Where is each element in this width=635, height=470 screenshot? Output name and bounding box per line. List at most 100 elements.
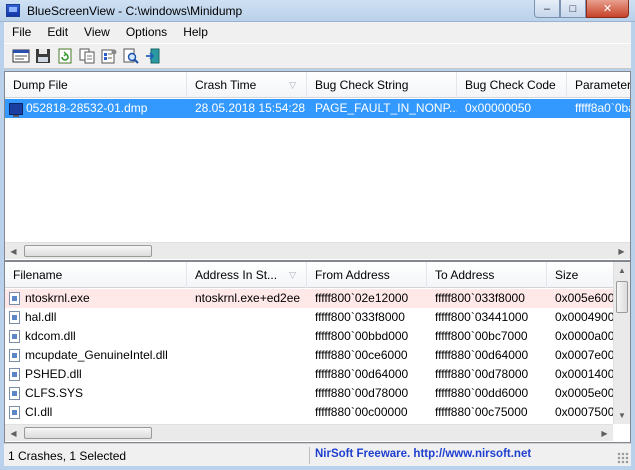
from-address-cell: fffff880`00ce6000 (315, 348, 408, 362)
table-row[interactable]: hal.dll fffff800`033f8000 fffff800`03441… (5, 308, 630, 327)
properties-icon[interactable] (98, 45, 120, 67)
dump-files-list[interactable]: Dump File Crash Time ▽ Bug Check String … (4, 71, 631, 261)
menu-help[interactable]: Help (175, 22, 216, 43)
from-address-cell: fffff880`00c00000 (315, 405, 408, 419)
drivers-table-header: Filename Address In St... ▽ From Address… (5, 262, 630, 288)
to-address-cell: fffff800`033f8000 (435, 291, 525, 305)
menu-view[interactable]: View (76, 22, 118, 43)
col-address-label: Address In St... (195, 268, 278, 282)
resize-grip-icon[interactable] (617, 452, 629, 464)
filename-cell: mcupdate_GenuineIntel.dll (5, 346, 187, 365)
bottom-horizontal-scrollbar[interactable]: ◀ ▶ (5, 424, 613, 441)
filename-text: kdcom.dll (25, 329, 76, 343)
col-crash-time[interactable]: Crash Time ▽ (187, 72, 307, 98)
table-row[interactable]: kdcom.dll fffff800`00bbd000 fffff800`00b… (5, 327, 630, 346)
maximize-button[interactable]: □ (560, 0, 586, 18)
filename-cell: kdcom.dll (5, 327, 187, 346)
col-crash-time-label: Crash Time (195, 78, 257, 92)
address-cell (187, 346, 307, 365)
copy-icon[interactable] (76, 45, 98, 67)
top-horizontal-scrollbar[interactable]: ◀ ▶ (5, 242, 630, 259)
table-row[interactable]: CLFS.SYS fffff880`00d78000 fffff880`00dd… (5, 384, 630, 403)
col-address-in-stack[interactable]: Address In St... ▽ (187, 262, 307, 288)
scroll-thumb[interactable] (24, 245, 152, 257)
nirsoft-link[interactable]: NirSoft Freeware. http://www.nirsoft.net (315, 448, 531, 460)
close-button[interactable]: ✕ (586, 0, 629, 18)
dump-file-cell: 052818-28532-01.dmp (5, 99, 187, 118)
menu-edit[interactable]: Edit (39, 22, 76, 43)
to-address-cell: fffff800`00bc7000 (435, 329, 528, 343)
col-bug-check-code[interactable]: Bug Check Code (457, 72, 567, 98)
file-icon (9, 349, 20, 362)
from-address-cell: fffff880`00d64000 (315, 367, 409, 381)
from-address-cell: fffff880`00d78000 (315, 386, 409, 400)
file-icon (9, 387, 20, 400)
scroll-left-icon[interactable]: ◀ (5, 425, 22, 442)
filename-cell: PSHED.dll (5, 365, 187, 384)
scroll-left-icon[interactable]: ◀ (5, 243, 22, 260)
save-icon[interactable] (32, 45, 54, 67)
table-row[interactable]: 052818-28532-01.dmp 28.05.2018 15:54:28 … (5, 99, 631, 118)
sort-arrow-icon: ▽ (289, 270, 296, 280)
address-cell (187, 365, 307, 384)
table-row[interactable]: mcupdate_GenuineIntel.dll fffff880`00ce6… (5, 346, 630, 365)
dump-table-header: Dump File Crash Time ▽ Bug Check String … (5, 72, 630, 98)
bug-check-code-cell: 0x00000050 (465, 101, 532, 115)
file-icon (9, 311, 20, 324)
scroll-up-icon[interactable]: ▲ (614, 262, 630, 279)
menu-file[interactable]: File (4, 22, 39, 43)
status-separator (309, 447, 310, 464)
parameter-cell: fffff8a0`0ba (575, 101, 631, 115)
col-bug-check-string[interactable]: Bug Check String (307, 72, 457, 98)
table-row[interactable]: CI.dll fffff880`00c00000 fffff880`00c750… (5, 403, 630, 422)
col-from-address[interactable]: From Address (307, 262, 427, 288)
find-icon[interactable] (120, 45, 142, 67)
to-address-cell: fffff880`00d64000 (435, 348, 529, 362)
crash-time-cell: 28.05.2018 15:54:28 (195, 101, 306, 115)
col-dump-file[interactable]: Dump File (5, 72, 187, 98)
from-address-cell: fffff800`00bbd000 (315, 329, 409, 343)
filename-text: mcupdate_GenuineIntel.dll (25, 348, 168, 362)
scroll-right-icon[interactable]: ▶ (596, 425, 613, 442)
sort-arrow-icon: ▽ (289, 80, 296, 90)
address-cell (187, 384, 307, 403)
filename-cell: hal.dll (5, 308, 187, 327)
scroll-thumb[interactable] (616, 281, 628, 313)
menu-options[interactable]: Options (118, 22, 175, 43)
toolbar (4, 43, 631, 69)
table-row[interactable]: ntoskrnl.exe ntoskrnl.exe+ed2ee fffff800… (5, 289, 630, 308)
drivers-list[interactable]: Filename Address In St... ▽ From Address… (4, 261, 631, 443)
col-to-address[interactable]: To Address (427, 262, 547, 288)
file-icon (9, 406, 20, 419)
address-cell (187, 327, 307, 346)
app-icon (6, 4, 20, 17)
html-report-icon[interactable] (10, 45, 32, 67)
exit-icon[interactable] (142, 45, 164, 67)
filename-text: ntoskrnl.exe (25, 291, 90, 305)
filename-text: hal.dll (25, 310, 57, 324)
scroll-right-icon[interactable]: ▶ (613, 243, 630, 260)
filename-cell: ntoskrnl.exe (5, 289, 187, 308)
dump-file-name: 052818-28532-01.dmp (26, 101, 148, 115)
to-address-cell: fffff880`00dd6000 (435, 386, 529, 400)
filename-text: PSHED.dll (25, 367, 82, 381)
col-filename[interactable]: Filename (5, 262, 187, 288)
minimize-button[interactable]: – (534, 0, 560, 18)
monitor-icon (9, 102, 23, 117)
file-icon (9, 368, 20, 381)
driver-rows: ntoskrnl.exe ntoskrnl.exe+ed2ee fffff800… (5, 289, 630, 422)
scroll-down-icon[interactable]: ▼ (614, 407, 630, 424)
col-parameter[interactable]: Parameter (567, 72, 630, 98)
filename-text: CLFS.SYS (25, 386, 84, 400)
address-cell (187, 403, 307, 422)
menu-bar: File Edit View Options Help (4, 22, 631, 43)
status-count: 1 Crashes, 1 Selected (8, 449, 127, 463)
table-row[interactable]: PSHED.dll fffff880`00d64000 fffff880`00d… (5, 365, 630, 384)
scroll-thumb[interactable] (24, 427, 152, 439)
refresh-icon[interactable] (54, 45, 76, 67)
window-title: BlueScreenView - C:\windows\Minidump (27, 4, 243, 18)
filename-cell: CI.dll (5, 403, 187, 422)
file-icon (9, 330, 20, 343)
bug-check-string-cell: PAGE_FAULT_IN_NONP... (315, 101, 457, 115)
bottom-vertical-scrollbar[interactable]: ▲ ▼ (613, 262, 630, 424)
